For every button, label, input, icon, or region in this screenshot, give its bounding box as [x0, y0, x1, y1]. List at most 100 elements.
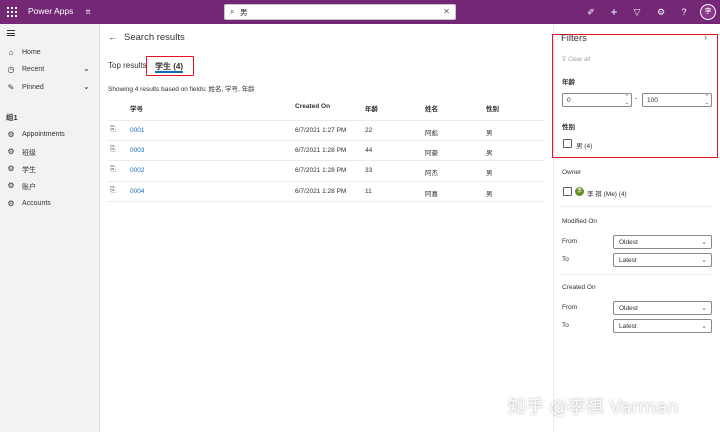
record-icon: ⎘ [110, 187, 116, 194]
select-value: Latest [619, 323, 637, 330]
modified-to-select[interactable]: Latest ⌄ [613, 253, 712, 267]
entity-icon: ⚙ [7, 130, 15, 139]
assistant-icon[interactable]: ✐ [584, 5, 598, 19]
owner-option-label: 李 祺 (Me) (4) [587, 191, 627, 198]
from-label: From [562, 238, 578, 245]
select-value: Oldest [619, 239, 638, 246]
settings-icon[interactable]: ⚙ [654, 5, 668, 19]
cell-age: 11 [365, 188, 372, 195]
spinner-icon[interactable]: ⌃ ⌄ [625, 94, 629, 106]
app-name[interactable]: Power Apps [28, 6, 73, 16]
cell-name: 阿豪 [425, 150, 438, 157]
entity-icon: ⚙ [7, 181, 15, 190]
help-icon[interactable]: ? [677, 5, 691, 19]
global-search-box[interactable]: ⌕ ✕ [224, 4, 456, 20]
chevron-down-icon[interactable]: ⌄ [83, 64, 90, 73]
table-row[interactable]: ⎘ 0003 6/7/2021 1:28 PM 44 阿豪 男 [108, 140, 544, 160]
select-value: Oldest [619, 305, 638, 312]
age-min-value: 0 [567, 97, 571, 104]
chevron-down-icon: ⌄ [701, 257, 707, 264]
column-header-gender[interactable]: 性别 [486, 103, 499, 113]
sidebar-group-title: 组1 [6, 113, 18, 122]
search-input[interactable] [240, 6, 440, 18]
age-max-input[interactable]: 100 ⌃ ⌄ [642, 93, 712, 107]
page-title: Search results [124, 32, 185, 43]
record-link[interactable]: 0003 [130, 147, 144, 154]
cell-age: 44 [365, 147, 373, 154]
waffle-icon[interactable] [7, 7, 17, 17]
sidebar-item-pinned[interactable]: ✎ Pinned ⌄ [0, 80, 100, 96]
menu-icon[interactable] [7, 30, 15, 36]
range-separator: - [635, 96, 638, 103]
cell-gender: 男 [486, 170, 493, 177]
clear-all-button[interactable]: ⊽ Clear all [562, 56, 590, 63]
column-header-age[interactable]: 年龄 [365, 103, 378, 113]
record-icon: ⎘ [110, 146, 116, 153]
top-bar: Power Apps tt ⌕ ✕ ✐ + ▽ ⚙ ? 李 [0, 0, 720, 24]
column-header-id[interactable]: 学号 [130, 103, 143, 113]
tab-top-results[interactable]: Top results [108, 61, 147, 70]
modified-from-select[interactable]: Oldest ⌄ [613, 235, 712, 249]
cell-name: 阿彪 [425, 130, 438, 137]
watermark: 知乎 @李祺 Varman [508, 397, 679, 418]
column-header-name[interactable]: 姓名 [425, 103, 438, 113]
clear-icon[interactable]: ✕ [443, 7, 450, 16]
record-link[interactable]: 0002 [130, 167, 144, 174]
section-divider [560, 206, 713, 207]
sidebar-item-label: Recent [22, 66, 45, 73]
from-label: From [562, 304, 578, 311]
add-icon[interactable]: + [607, 5, 621, 19]
owner-checkbox[interactable] [563, 187, 572, 196]
gender-option-label: 男 (4) [576, 143, 593, 150]
record-link[interactable]: 0004 [130, 188, 144, 195]
avatar[interactable]: 李 [700, 4, 716, 20]
record-link[interactable]: 0001 [130, 127, 144, 134]
clock-icon: ◷ [7, 65, 15, 74]
table-row[interactable]: ⎘ 0002 6/7/2021 1:28 PM 33 阿杰 男 [108, 160, 544, 180]
sidebar-item-label: Accounts [22, 200, 51, 207]
to-label: To [562, 322, 569, 329]
cell-created-on: 6/7/2021 1:27 PM [295, 127, 347, 134]
record-icon: ⎘ [110, 166, 116, 173]
active-tab-indicator [155, 71, 183, 73]
sidebar-item-label: 班级 [22, 150, 36, 157]
chevron-right-icon[interactable]: › [704, 32, 707, 42]
created-from-select[interactable]: Oldest ⌄ [613, 301, 712, 315]
back-arrow-icon[interactable]: ← [108, 32, 117, 42]
age-min-input[interactable]: 0 ⌃ ⌄ [562, 93, 632, 107]
cell-name: 阿喜 [425, 191, 438, 198]
sidebar-item-account-cn[interactable]: ⚙ 账户 [0, 178, 100, 194]
sidebar-item-label: 账户 [22, 184, 36, 191]
created-to-select[interactable]: Latest ⌄ [613, 319, 712, 333]
sidebar-item-label: 学生 [22, 167, 36, 174]
filter-label-age: 年龄 [562, 79, 575, 86]
filter-icon[interactable]: ▽ [630, 5, 644, 19]
sidebar-item-home[interactable]: ⌂ Home [0, 45, 100, 61]
table-row[interactable]: ⎘ 0001 6/7/2021 1:27 PM 22 阿彪 男 [108, 120, 544, 140]
chevron-down-icon: ⌄ [701, 239, 707, 246]
cell-name: 阿杰 [425, 170, 438, 177]
sidebar-item-appointments[interactable]: ⚙ Appointments [0, 127, 100, 143]
spinner-icon[interactable]: ⌃ ⌄ [705, 94, 709, 106]
sidebar-item-accounts[interactable]: ⚙ Accounts [0, 196, 100, 212]
sidebar-item-label: Appointments [22, 131, 65, 138]
cell-age: 22 [365, 127, 373, 134]
tab-student[interactable]: 学生 (4) [146, 56, 194, 76]
owner-avatar: 李 [575, 187, 584, 196]
results-summary: Showing 4 results based on fields: 姓名, 学… [108, 86, 255, 93]
pin-icon: ✎ [7, 83, 15, 92]
cell-created-on: 6/7/2021 1:28 PM [295, 167, 347, 174]
entity-icon: ⚙ [7, 147, 15, 156]
cell-gender: 男 [486, 191, 493, 198]
column-header-created-on[interactable]: Created On [295, 103, 330, 110]
chevron-down-icon[interactable]: ⌄ [83, 82, 90, 91]
sidebar-item-class[interactable]: ⚙ 班级 [0, 144, 100, 160]
to-label: To [562, 256, 569, 263]
gender-checkbox[interactable] [563, 139, 572, 148]
table-row[interactable]: ⎘ 0004 6/7/2021 1:28 PM 11 阿喜 男 [108, 181, 544, 201]
sidebar: ⌂ Home ◷ Recent ⌄ ✎ Pinned ⌄ 组1 ⚙ Appoin… [0, 24, 100, 432]
sidebar-item-recent[interactable]: ◷ Recent ⌄ [0, 62, 100, 78]
entity-icon: ⚙ [7, 164, 15, 173]
sidebar-item-student[interactable]: ⚙ 学生 [0, 161, 100, 177]
cell-gender: 男 [486, 150, 493, 157]
